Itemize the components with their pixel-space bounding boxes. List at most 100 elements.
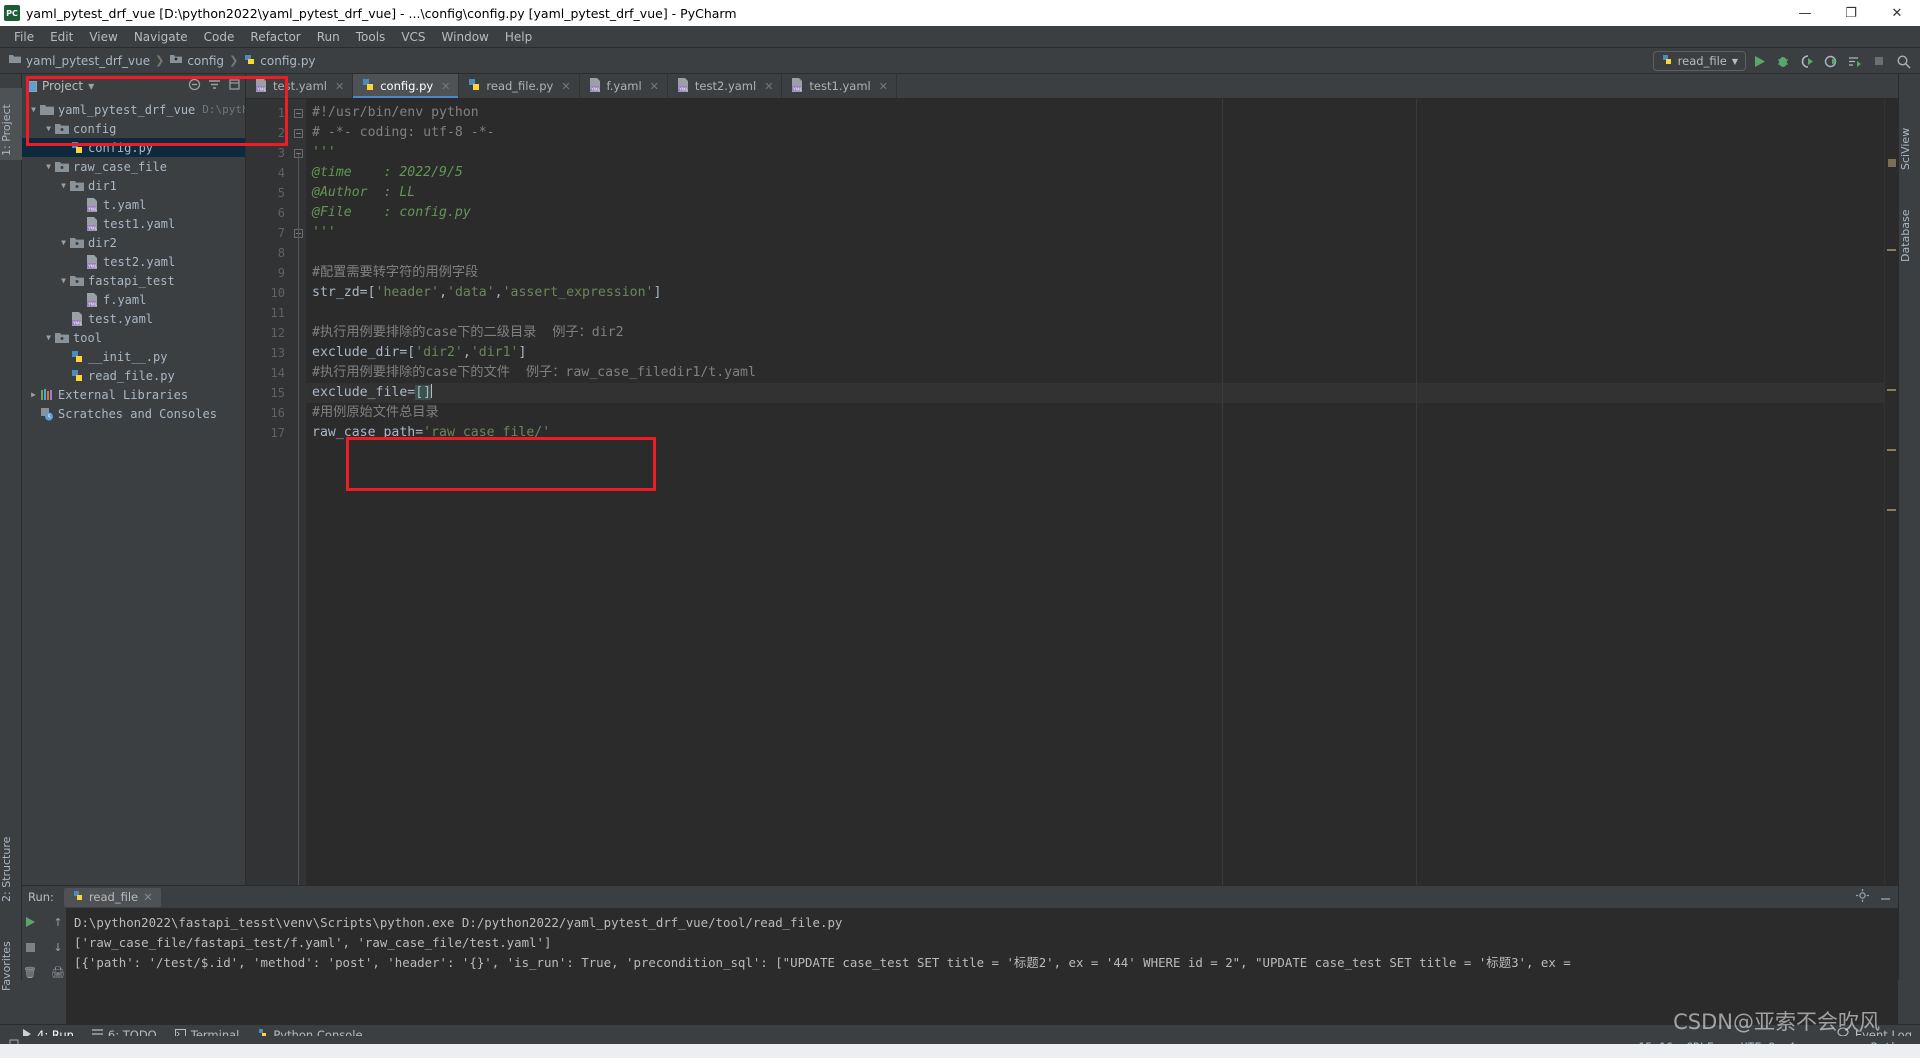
debug-icon[interactable] bbox=[1772, 51, 1794, 71]
tree-item-test-yaml[interactable]: YML test.yaml bbox=[22, 309, 245, 328]
tree-item--init-py[interactable]: __init__.py bbox=[22, 347, 245, 366]
tree-item-yaml-pytest-drf-vue[interactable]: ▼ yaml_pytest_drf_vue D:\python2022\ bbox=[22, 100, 245, 119]
code-line-10[interactable]: str_zd=['header','data','assert_expressi… bbox=[306, 283, 1884, 303]
tree-item-config-py[interactable]: config.py bbox=[22, 138, 245, 157]
left-tab-project[interactable]: 1: Project bbox=[0, 88, 22, 160]
close-icon[interactable]: ✕ bbox=[441, 80, 450, 93]
editor-tab-test1-yaml[interactable]: YML test1.yaml ✕ bbox=[782, 74, 897, 98]
tree-item-dir1[interactable]: ▼ dir1 bbox=[22, 176, 245, 195]
breadcrumb-item-config[interactable]: config bbox=[187, 54, 224, 68]
code-line-14[interactable]: #执行用例要排除的case下的文件 例子：raw_case_filedir1/t… bbox=[306, 363, 1884, 383]
code-line-9[interactable]: #配置需要转字符的用例字段 bbox=[306, 263, 1884, 283]
down-arrow-icon[interactable]: ↓ bbox=[49, 939, 67, 955]
project-tree[interactable]: ▼ yaml_pytest_drf_vue D:\python2022\ ▼ confi… bbox=[22, 98, 245, 980]
right-tab-sciview[interactable]: SciView bbox=[1899, 104, 1920, 174]
editor-tab-test-yaml[interactable]: YML test.yaml ✕ bbox=[246, 74, 354, 98]
tree-item-dir2[interactable]: ▼ dir2 bbox=[22, 233, 245, 252]
close-icon[interactable]: ✕ bbox=[764, 80, 773, 93]
right-tab-database[interactable]: Database bbox=[1899, 192, 1920, 266]
code-line-1[interactable]: #!/usr/bin/env python bbox=[306, 103, 1884, 123]
print-icon[interactable]: 🖨 bbox=[49, 964, 67, 980]
editor-tab-config-py[interactable]: config.py ✕ bbox=[353, 74, 460, 98]
menu-refactor[interactable]: Refactor bbox=[242, 28, 308, 46]
stop-icon[interactable] bbox=[21, 939, 39, 955]
breadcrumb-item-project[interactable]: yaml_pytest_drf_vue bbox=[26, 54, 150, 68]
close-icon[interactable]: ✕ bbox=[335, 80, 344, 93]
chevron-down-icon[interactable]: ▼ bbox=[43, 162, 54, 171]
chevron-down-icon[interactable]: ▼ bbox=[58, 276, 69, 285]
code-line-13[interactable]: exclude_dir=['dir2','dir1'] bbox=[306, 343, 1884, 363]
menu-navigate[interactable]: Navigate bbox=[126, 28, 196, 46]
hide-icon[interactable] bbox=[228, 78, 241, 94]
tree-item-external-libraries[interactable]: ▶ External Libraries bbox=[22, 385, 245, 404]
up-arrow-icon[interactable]: ↑ bbox=[49, 914, 67, 930]
code-line-17[interactable]: raw_case_path='raw_case_file/' bbox=[306, 423, 1884, 443]
minimize-icon[interactable] bbox=[1879, 889, 1892, 905]
editor-marker-gutter[interactable] bbox=[1884, 99, 1898, 980]
menu-file[interactable]: File bbox=[6, 28, 42, 46]
run-console-output[interactable]: D:\python2022\fastapi_tesst\venv\Scripts… bbox=[66, 908, 1898, 1030]
trash-icon[interactable]: 🗑 bbox=[21, 964, 39, 980]
menu-tools[interactable]: Tools bbox=[348, 28, 394, 46]
tree-item-fastapi-test[interactable]: ▼ fastapi_test bbox=[22, 271, 245, 290]
chevron-down-icon[interactable]: ▼ bbox=[43, 124, 54, 133]
run-coverage-icon[interactable] bbox=[1796, 51, 1818, 71]
code-line-15[interactable]: exclude_file=[] bbox=[306, 383, 1884, 403]
menu-help[interactable]: Help bbox=[497, 28, 540, 46]
tree-item-f-yaml[interactable]: YML f.yaml bbox=[22, 290, 245, 309]
settings-icon[interactable] bbox=[1856, 889, 1869, 905]
close-button[interactable]: ✕ bbox=[1874, 0, 1920, 26]
tree-item-read-file-py[interactable]: read_file.py bbox=[22, 366, 245, 385]
fold-marker[interactable]: − bbox=[294, 109, 303, 118]
search-everywhere-icon[interactable] bbox=[1892, 51, 1914, 71]
run-icon[interactable] bbox=[1748, 51, 1770, 71]
tree-item-scratches-and-consoles[interactable]: Scratches and Consoles bbox=[22, 404, 245, 423]
code-folding-gutter[interactable]: −−−− bbox=[292, 99, 306, 980]
close-icon[interactable]: ✕ bbox=[650, 80, 659, 93]
close-icon[interactable]: ✕ bbox=[879, 80, 888, 93]
code-line-7[interactable]: ''' bbox=[306, 223, 1884, 243]
menu-vcs[interactable]: VCS bbox=[393, 28, 433, 46]
left-tab-structure[interactable]: 2: Structure bbox=[0, 824, 22, 906]
fold-marker[interactable]: − bbox=[294, 129, 303, 138]
code-text[interactable]: #!/usr/bin/env python # -*- coding: utf-8… bbox=[306, 99, 1884, 980]
code-line-16[interactable]: #用例原始文件总目录 bbox=[306, 403, 1884, 423]
chevron-down-icon[interactable]: ▼ bbox=[58, 181, 69, 190]
code-line-12[interactable]: #执行用例要排除的case下的二级目录 例子：dir2 bbox=[306, 323, 1884, 343]
breadcrumb-item-file[interactable]: config.py bbox=[260, 54, 315, 68]
tree-item-tool[interactable]: ▼ tool bbox=[22, 328, 245, 347]
profile-icon[interactable] bbox=[1820, 51, 1842, 71]
code-line-4[interactable]: @time : 2022/9/5 bbox=[306, 163, 1884, 183]
tree-item-raw-case-file[interactable]: ▼ raw_case_file bbox=[22, 157, 245, 176]
close-icon[interactable]: ✕ bbox=[143, 890, 153, 904]
maximize-button[interactable]: ❐ bbox=[1828, 0, 1874, 26]
menu-edit[interactable]: Edit bbox=[42, 28, 81, 46]
rerun-icon[interactable] bbox=[21, 914, 39, 930]
tree-item-config[interactable]: ▼ config bbox=[22, 119, 245, 138]
editor-tab-read-file-py[interactable]: read_file.py ✕ bbox=[459, 74, 580, 98]
code-line-3[interactable]: ''' bbox=[306, 143, 1884, 163]
chevron-down-icon[interactable]: ▼ bbox=[43, 333, 54, 342]
left-tab-favorites[interactable]: Favorites bbox=[0, 919, 22, 995]
code-line-2[interactable]: # -*- coding: utf-8 -*- bbox=[306, 123, 1884, 143]
run-tab-read-file[interactable]: read_file ✕ bbox=[63, 887, 161, 907]
minimize-button[interactable]: — bbox=[1782, 0, 1828, 26]
tree-item-test1-yaml[interactable]: YML test1.yaml bbox=[22, 214, 245, 233]
chevron-right-icon[interactable]: ▶ bbox=[28, 390, 39, 399]
run-configuration-selector[interactable]: read_file ▼ bbox=[1652, 51, 1746, 71]
menu-window[interactable]: Window bbox=[434, 28, 497, 46]
run-with-params-icon[interactable] bbox=[1844, 51, 1866, 71]
editor-tab-test2-yaml[interactable]: YML test2.yaml ✕ bbox=[668, 74, 783, 98]
menu-code[interactable]: Code bbox=[196, 28, 243, 46]
chevron-down-icon[interactable]: ▼ bbox=[58, 238, 69, 247]
stop-icon[interactable] bbox=[1868, 51, 1890, 71]
tree-item-t-yaml[interactable]: YML t.yaml bbox=[22, 195, 245, 214]
code-line-8[interactable] bbox=[306, 243, 1884, 263]
code-line-5[interactable]: @Author : LL bbox=[306, 183, 1884, 203]
tree-item-test2-yaml[interactable]: YML test2.yaml bbox=[22, 252, 245, 271]
chevron-down-icon[interactable]: ▼ bbox=[28, 105, 39, 114]
settings-icon[interactable] bbox=[208, 78, 221, 94]
menu-run[interactable]: Run bbox=[309, 28, 348, 46]
code-line-6[interactable]: @File : config.py bbox=[306, 203, 1884, 223]
code-line-11[interactable] bbox=[306, 303, 1884, 323]
